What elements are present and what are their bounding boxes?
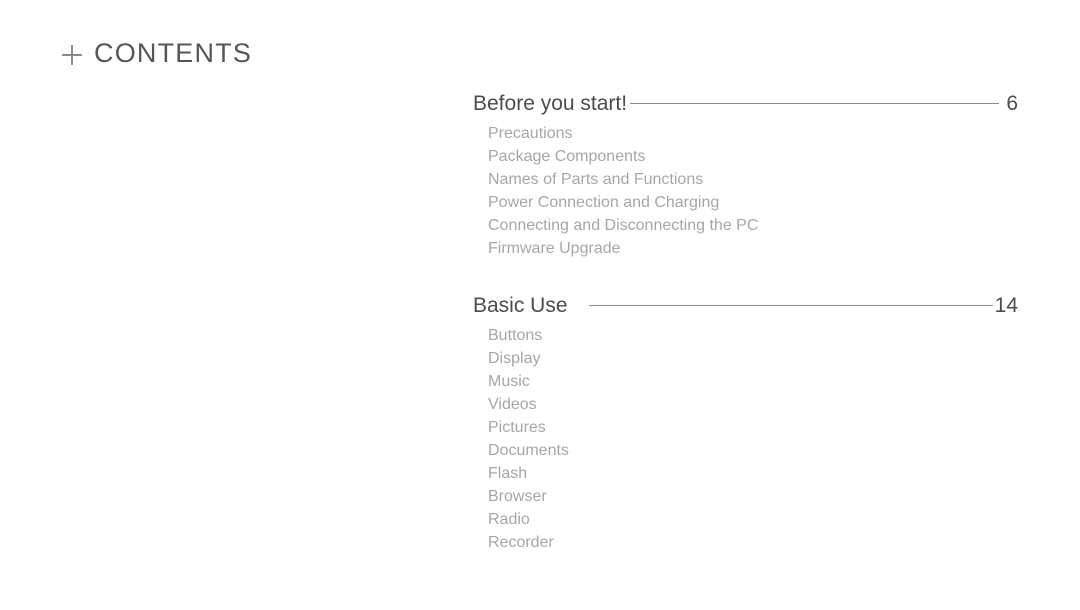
list-item[interactable]: Browser (488, 485, 1018, 508)
list-item[interactable]: Connecting and Disconnecting the PC (488, 214, 1018, 237)
list-item[interactable]: Names of Parts and Functions (488, 168, 1018, 191)
list-item[interactable]: Music (488, 370, 1018, 393)
list-item[interactable]: Package Components (488, 145, 1018, 168)
page-title-label: CONTENTS (94, 38, 253, 68)
list-item[interactable]: Firmware Upgrade (488, 237, 1018, 260)
toc-item-list: Precautions Package Components Names of … (473, 122, 1018, 260)
list-item[interactable]: Documents (488, 439, 1018, 462)
list-item[interactable]: Buttons (488, 324, 1018, 347)
toc-section-title: Before you start! (473, 91, 628, 115)
toc-leader-rule (630, 102, 1000, 104)
toc-section-header[interactable]: Before you start! 6 (473, 88, 1018, 118)
list-item[interactable]: Power Connection and Charging (488, 191, 1018, 214)
toc-leader-rule (588, 304, 993, 306)
list-item[interactable]: Precautions (488, 122, 1018, 145)
list-item[interactable]: Videos (488, 393, 1018, 416)
list-item[interactable]: Display (488, 347, 1018, 370)
plus-icon (62, 44, 82, 65)
toc-section-page-number: 6 (1006, 91, 1018, 115)
list-item[interactable]: Radio (488, 508, 1018, 531)
toc-section: Basic Use 14 Buttons Display Music Video… (473, 290, 1018, 554)
list-item[interactable]: Pictures (488, 416, 1018, 439)
toc-section: Before you start! 6 Precautions Package … (473, 88, 1018, 260)
toc-section-title: Basic Use (473, 293, 568, 317)
list-item[interactable]: Flash (488, 462, 1018, 485)
table-of-contents: Before you start! 6 Precautions Package … (473, 88, 1018, 554)
toc-section-header[interactable]: Basic Use 14 (473, 290, 1018, 320)
list-item[interactable]: Recorder (488, 531, 1018, 554)
toc-section-page-number: 14 (994, 293, 1018, 317)
page-title: CONTENTS (62, 40, 252, 67)
toc-item-list: Buttons Display Music Videos Pictures Do… (473, 324, 1018, 554)
